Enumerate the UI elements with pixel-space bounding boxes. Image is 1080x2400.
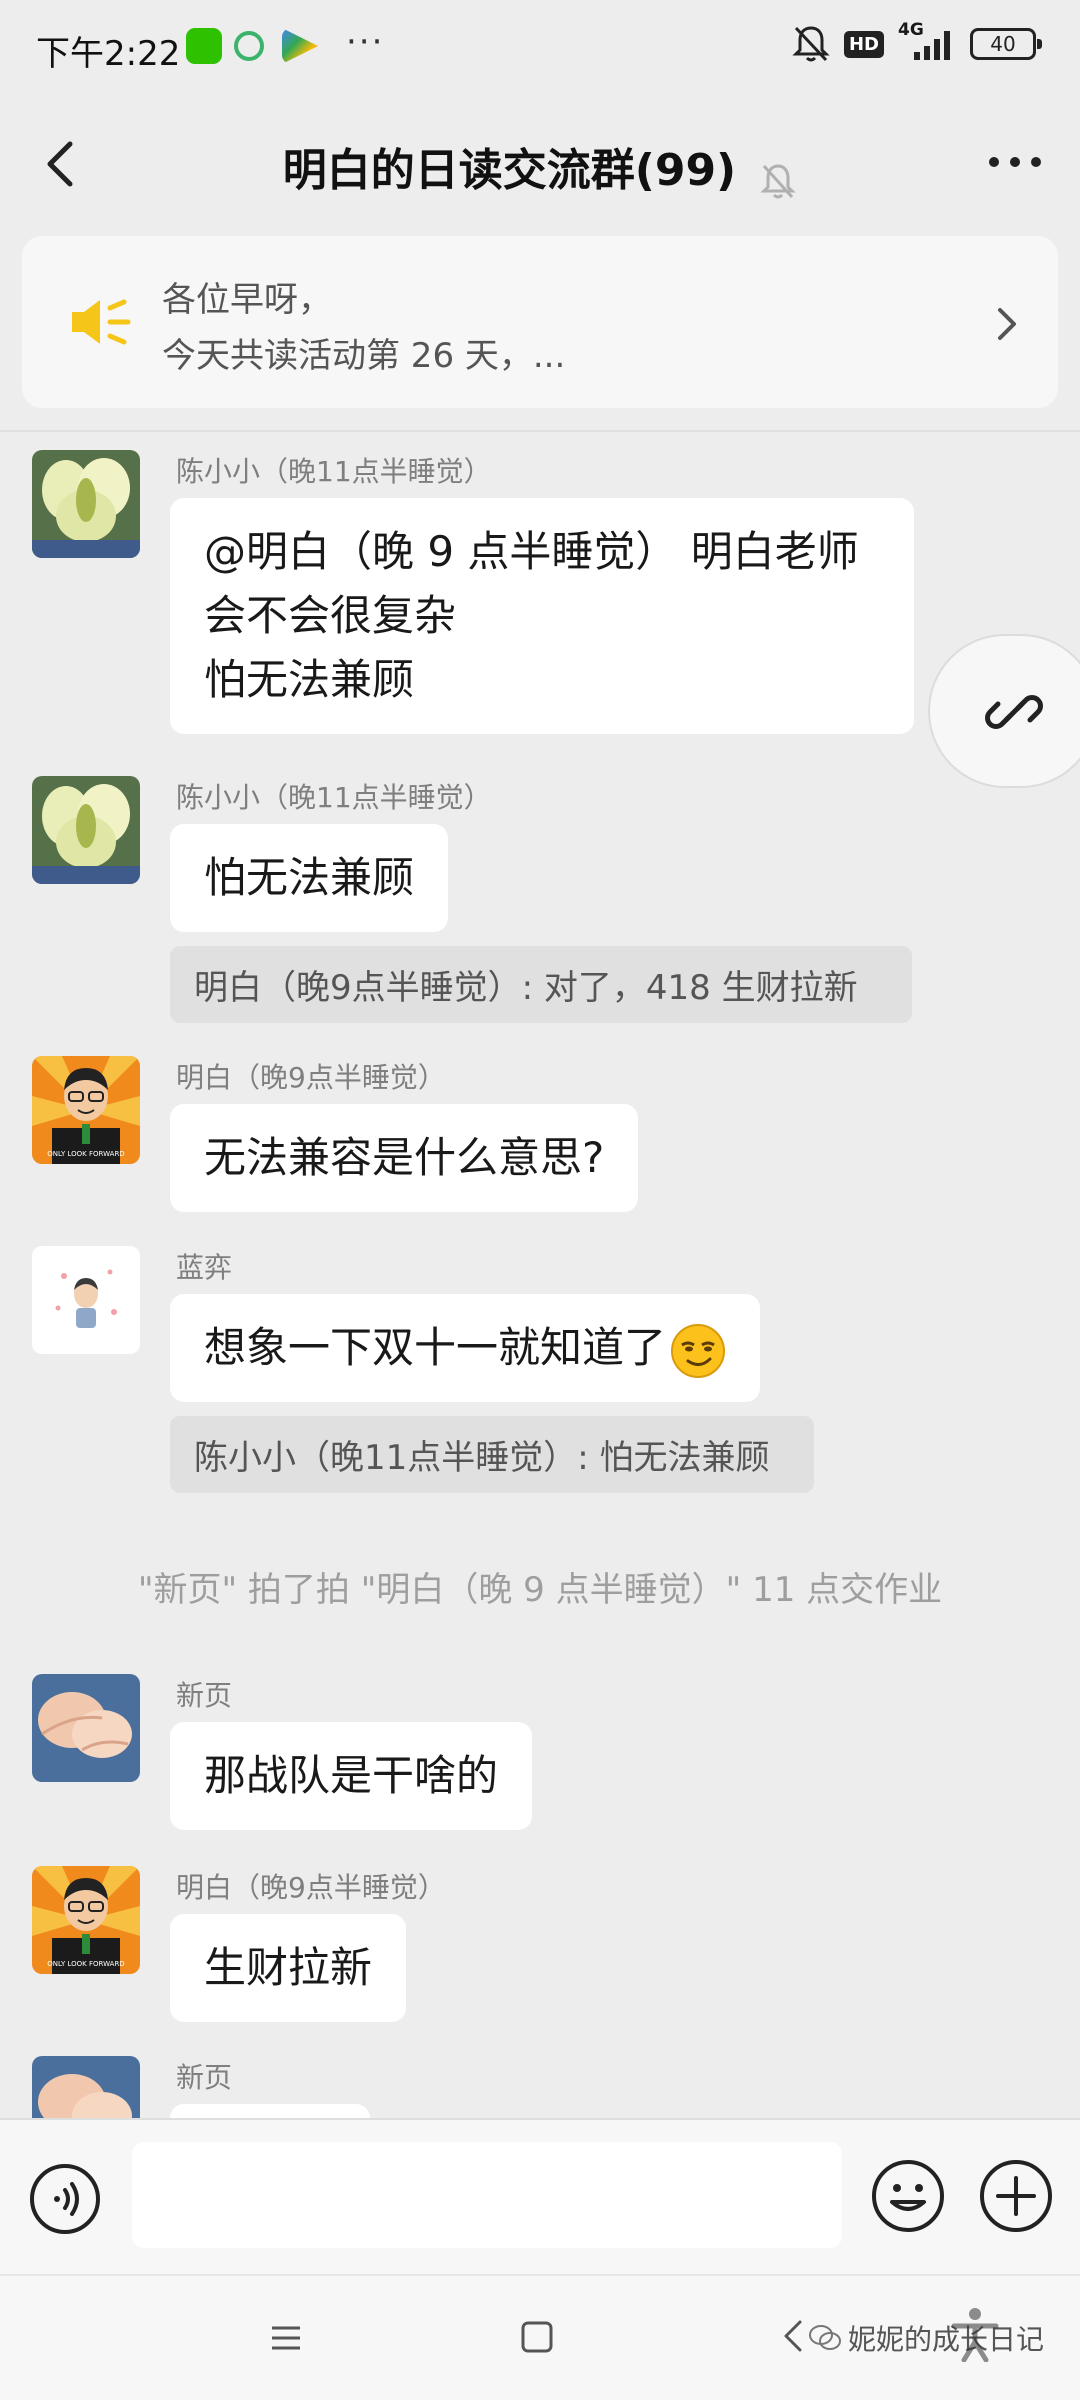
- cartoon-man-avatar-image: ONLY LOOK FORWARD: [32, 1866, 140, 1974]
- message-line: 会不会很复杂: [204, 591, 457, 640]
- hd-badge: HD: [843, 30, 884, 58]
- sender-name: 明白（晚9点半睡觉）: [176, 1871, 446, 1904]
- back-triangle-icon: [784, 2320, 802, 2352]
- divider: [0, 430, 1080, 432]
- avatar-caption: ONLY LOOK FORWARD: [47, 1960, 124, 1968]
- wechat-app-icon: [186, 28, 222, 64]
- sender-name: 新页: [176, 1679, 233, 1712]
- nav-back-button[interactable]: [778, 2314, 808, 2362]
- hands-avatar-image: [32, 2056, 140, 2118]
- avatar-xinye[interactable]: [32, 2056, 140, 2118]
- accessibility-icon: [951, 2308, 999, 2363]
- watermark: 妮妮的成长日记: [808, 2318, 1044, 2358]
- message-bubble[interactable]: 想象一下双十一就知道了: [170, 1294, 761, 1402]
- title-wrap: 明白的日读交流群(99): [0, 134, 1080, 201]
- status-more-icon: ···: [346, 22, 385, 62]
- sender-name: 明白（晚9点半睡觉）: [176, 1061, 446, 1094]
- message-line: 生财拉新: [204, 1943, 373, 1992]
- link-float-button[interactable]: [928, 634, 1080, 788]
- avatar-xinye[interactable]: [32, 1674, 140, 1782]
- cartoon-man-avatar-image: ONLY LOOK FORWARD: [32, 1056, 140, 1164]
- emoji-icon: [872, 2160, 944, 2232]
- signal-icon: [914, 31, 950, 60]
- nav-menu-button[interactable]: [268, 2320, 304, 2360]
- system-nav-bar: 妮妮的成长日记: [0, 2274, 1080, 2400]
- message-bubble[interactable]: [170, 2104, 370, 2118]
- message-line: 想象一下双十一就知道了: [204, 1316, 726, 1380]
- sender-name: 陈小小（晚11点半睡觉）: [176, 455, 492, 488]
- smirk-emoji-icon: [671, 1323, 726, 1378]
- sender-name: 陈小小（晚11点半睡觉）: [176, 781, 492, 814]
- status-right: HD 4G 40: [792, 20, 1042, 64]
- title-bar: 明白的日读交流群(99): [0, 100, 1080, 224]
- bell-off-icon: [760, 163, 796, 198]
- system-message: "新页" 拍了拍 "明白（晚 9 点半睡觉）" 11 点交作业: [137, 1570, 943, 1610]
- message-bubble[interactable]: 那战队是干啥的: [170, 1722, 533, 1830]
- avatar-flower[interactable]: [32, 776, 140, 884]
- plus-icon: [980, 2160, 1052, 2232]
- accessibility-button[interactable]: [950, 2306, 1000, 2366]
- status-bar: 下午2:22 ··· HD 4G 40: [0, 0, 1080, 100]
- plus-button[interactable]: [978, 2158, 1054, 2238]
- flower-avatar-image: [32, 776, 140, 884]
- chat-title: 明白的日读交流群(99): [282, 145, 737, 196]
- message-input[interactable]: [132, 2142, 842, 2248]
- speaker-icon: [72, 299, 131, 345]
- chat-screen: 下午2:22 ··· HD 4G 40 明白的日读交流群(99) 各位早呀， 今…: [0, 0, 1080, 2400]
- voice-icon: [30, 2164, 100, 2234]
- link-icon: [985, 695, 1043, 729]
- announcement-line-2: 今天共读活动第 26 天，...: [162, 336, 566, 376]
- message-bubble[interactable]: 怕无法兼顾: [170, 824, 449, 932]
- more-button[interactable]: [980, 132, 1050, 192]
- play-store-icon: [282, 28, 318, 64]
- quoted-reply[interactable]: 陈小小（晚11点半睡觉）: 怕无法兼顾: [170, 1416, 814, 1493]
- cartoon-boy-avatar-image: [32, 1246, 140, 1354]
- flower-avatar-image: [32, 450, 140, 558]
- watermark-text: 妮妮的成长日记: [848, 2323, 1045, 2356]
- message-bubble[interactable]: 生财拉新: [170, 1914, 407, 2022]
- message-text: 想象一下双十一就知道了: [204, 1323, 667, 1372]
- message-line: @明白（晚 9 点半睡觉） 明白老师: [204, 527, 859, 576]
- announcement-line-1: 各位早呀，: [162, 280, 332, 320]
- nav-home-button[interactable]: [518, 2318, 556, 2360]
- battery-indicator: 40: [970, 28, 1042, 60]
- chevron-right-icon: [998, 308, 1016, 340]
- menu-icon: [272, 2326, 300, 2350]
- message-line: 那战队是干啥的: [204, 1751, 499, 1800]
- message-line: 怕无法兼顾: [204, 655, 415, 704]
- message-item: 新页: [0, 2056, 1080, 2118]
- sync-app-icon: [234, 31, 264, 61]
- message-line: 怕无法兼顾: [204, 853, 415, 902]
- emoji-button[interactable]: [870, 2158, 946, 2238]
- avatar-cartoon-man[interactable]: ONLY LOOK FORWARD: [32, 1866, 140, 1974]
- home-square-icon: [521, 2321, 553, 2353]
- network-indicator: 4G: [898, 20, 956, 62]
- message-line: 无法兼容是什么意思?: [204, 1133, 605, 1182]
- more-dots-icon: [989, 157, 1041, 167]
- message-bubble[interactable]: @明白（晚 9 点半睡觉） 明白老师 会不会很复杂 怕无法兼顾: [170, 498, 914, 734]
- wechat-watermark-icon: [809, 2325, 841, 2350]
- avatar-cartoon-man[interactable]: ONLY LOOK FORWARD: [32, 1056, 140, 1164]
- sender-name: 蓝弈: [176, 1251, 233, 1284]
- status-time: 下午2:22: [36, 34, 181, 74]
- voice-button[interactable]: [28, 2162, 102, 2240]
- hands-avatar-image: [32, 1674, 140, 1782]
- group-announcement[interactable]: 各位早呀， 今天共读活动第 26 天，...: [22, 236, 1058, 408]
- quoted-reply[interactable]: 明白（晚9点半睡觉）: 对了，418 生财拉新: [170, 946, 912, 1023]
- notification-off-icon: [792, 26, 830, 62]
- avatar-caption: ONLY LOOK FORWARD: [47, 1150, 124, 1158]
- input-bar: [0, 2118, 1080, 2274]
- sender-name: 新页: [176, 2061, 233, 2094]
- avatar-flower[interactable]: [32, 450, 140, 558]
- avatar-lanyi[interactable]: [32, 1246, 140, 1354]
- message-bubble[interactable]: 无法兼容是什么意思?: [170, 1104, 639, 1212]
